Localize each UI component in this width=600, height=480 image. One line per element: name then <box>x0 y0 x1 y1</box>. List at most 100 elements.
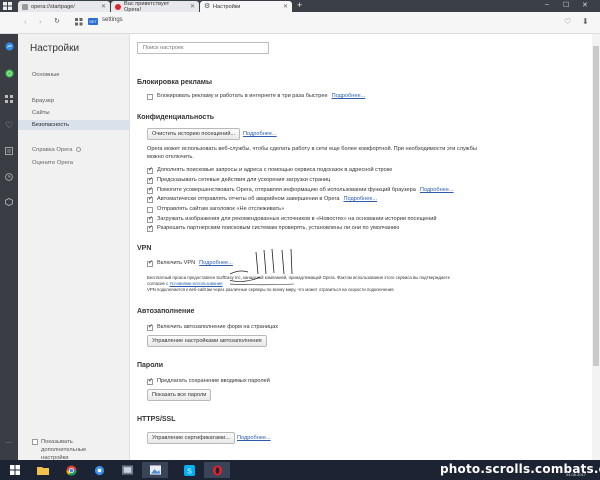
minimize-button[interactable]: – <box>545 1 549 8</box>
app-icon[interactable] <box>114 462 140 478</box>
heart-icon[interactable]: ♡ <box>564 17 571 26</box>
autofill-label: Включить автозаполнение форм на страница… <box>157 324 279 330</box>
close-tab-icon[interactable]: ✕ <box>101 3 106 10</box>
gear-icon: ⚙ <box>204 2 211 10</box>
tab-welcome[interactable]: Вас приветствует Opera! ✕ <box>111 0 199 13</box>
close-tab-icon[interactable]: ✕ <box>283 3 288 10</box>
show-advanced-checkbox[interactable]: Показывать дополнительные настройки <box>32 438 111 462</box>
news-images-checkbox[interactable] <box>147 216 153 223</box>
download-icon[interactable]: ⬇ <box>582 17 589 26</box>
partner-search-checkbox[interactable] <box>147 225 153 232</box>
do-not-track-checkbox[interactable] <box>147 207 153 213</box>
forward-icon[interactable]: › <box>39 18 42 26</box>
external-link-icon <box>76 146 82 152</box>
option-label: Разрешить партнерским поисковым системам… <box>157 225 400 231</box>
nav-item-sites[interactable]: Сайты <box>18 108 130 118</box>
nav-item-help[interactable]: Справка Opera <box>18 145 130 155</box>
checkbox[interactable] <box>32 439 38 445</box>
file-explorer-icon[interactable] <box>30 462 56 478</box>
show-passwords-button[interactable]: Показать все пароли <box>147 389 212 401</box>
section-title-https: HTTPS/SSL <box>137 416 176 423</box>
nav-item-browser[interactable]: Браузер <box>18 96 130 106</box>
windows-start-icon[interactable] <box>2 462 28 478</box>
chrome-icon[interactable] <box>58 462 84 478</box>
clear-history-button[interactable]: Очистить историю посещений... <box>147 128 241 140</box>
https-more-link[interactable]: Подробнее... <box>237 435 271 441</box>
collapse-sidebar-icon[interactable]: … <box>4 436 14 446</box>
image-viewer-icon[interactable] <box>142 462 168 478</box>
privacy-option-row[interactable]: Разрешить партнерским поисковым системам… <box>147 225 399 232</box>
vpn-more-link[interactable]: Подробнее... <box>199 260 233 267</box>
option-label: Загружать изображения для рекомендованны… <box>157 216 437 222</box>
adblock-checkbox[interactable] <box>147 94 153 100</box>
address-bar: ‹ › ↻ SET settings ♡ ⬇ <box>0 12 600 34</box>
new-tab-button[interactable]: + <box>297 1 302 10</box>
news-icon[interactable] <box>4 146 14 156</box>
search-settings-input[interactable] <box>137 42 269 54</box>
privacy-option-row[interactable]: Предсказывать сетевые действия для ускор… <box>147 177 330 184</box>
close-window-button[interactable]: ✕ <box>582 1 588 9</box>
opera-taskbar-icon[interactable] <box>204 462 230 478</box>
heart-bookmarks-icon[interactable]: ♡ <box>4 120 14 130</box>
extensions-cube-icon[interactable] <box>4 197 14 207</box>
history-clock-icon[interactable] <box>4 172 14 182</box>
crash-reports-more-link[interactable]: Подробнее... <box>343 196 377 203</box>
nav-item-basic[interactable]: Основные <box>18 70 130 80</box>
privacy-description: Opera может использовать веб-службы, что… <box>147 146 477 160</box>
svg-text:S: S <box>187 466 192 475</box>
section-title-vpn: VPN <box>137 245 152 252</box>
nav-item-rate[interactable]: Оцените Opera <box>18 158 130 168</box>
speed-dial-icon[interactable] <box>4 94 14 104</box>
scrollbar[interactable] <box>592 34 600 460</box>
scroll-thumb[interactable] <box>593 46 599 366</box>
network-app-icon[interactable] <box>86 462 112 478</box>
opera-menu-icon[interactable] <box>2 1 14 11</box>
taskbar-clock: 04.06.2017 <box>566 472 587 477</box>
save-passwords-checkbox[interactable] <box>147 378 153 385</box>
settings-content: Блокировка рекламы Блокировать рекламу и… <box>130 34 592 460</box>
save-passwords-label: Предлагать сохранение вводимых паролей <box>157 378 270 384</box>
tab-startpage[interactable]: opera://startpage/ ✕ <box>18 1 110 12</box>
skype-icon[interactable]: S <box>176 462 202 478</box>
close-tab-icon[interactable]: ✕ <box>190 3 195 10</box>
address-field[interactable]: settings <box>102 17 123 23</box>
privacy-option-row[interactable]: Отправлять сайтам заголовок «Не отслежив… <box>147 206 284 213</box>
nav-item-security[interactable]: Безопасность <box>18 120 130 130</box>
usage-stats-checkbox[interactable] <box>147 187 153 194</box>
adblock-more-link[interactable]: Подробнее... <box>332 93 366 100</box>
manage-autofill-button[interactable]: Управление настройками автозаполнения <box>147 335 267 347</box>
section-title-adblock: Блокировка рекламы <box>137 79 212 86</box>
opera-favicon-icon <box>115 3 121 10</box>
tab-settings[interactable]: ⚙ Настройки ✕ <box>200 1 292 12</box>
terms-of-use-link[interactable]: Условиями использования <box>169 281 222 286</box>
crash-reports-checkbox[interactable] <box>147 196 153 203</box>
maximize-button[interactable]: ☐ <box>563 1 569 9</box>
autofill-checkbox-row[interactable]: Включить автозаполнение форм на страница… <box>147 324 278 331</box>
usage-stats-more-link[interactable]: Подробнее... <box>420 187 454 194</box>
privacy-option-row[interactable]: Дополнять поисковые запросы и адреса с п… <box>147 167 392 174</box>
tab-title: Настройки <box>213 3 241 10</box>
whatsapp-icon[interactable] <box>4 68 14 78</box>
suggestions-checkbox[interactable] <box>147 167 153 174</box>
vpn-fine-print: Бесплатный прокси предоставлен SurfEasy … <box>147 275 457 286</box>
help-label: Справка Opera <box>32 147 73 153</box>
tab-title: Вас приветствует Opera! <box>124 0 170 13</box>
manage-certificates-button[interactable]: Управление сертификатами... <box>147 432 235 444</box>
adblock-checkbox-row[interactable]: Блокировать рекламу и работать в интерне… <box>147 93 365 100</box>
privacy-option-row[interactable]: Помогите усовершенствовать Opera, отправ… <box>147 187 454 194</box>
speed-dial-grid-icon[interactable] <box>75 18 83 26</box>
tab-title: opera://startpage/ <box>31 3 75 10</box>
passwords-checkbox-row[interactable]: Предлагать сохранение вводимых паролей <box>147 378 270 385</box>
autofill-checkbox[interactable] <box>147 324 153 331</box>
vpn-checkbox[interactable] <box>147 260 153 267</box>
predict-network-checkbox[interactable] <box>147 177 153 184</box>
show-advanced-label: Показывать дополнительные настройки <box>41 439 87 461</box>
messenger-icon[interactable] <box>4 41 14 51</box>
reload-icon[interactable]: ↻ <box>54 18 60 26</box>
vpn-checkbox-row[interactable]: Включить VPN Подробнее... <box>147 260 233 267</box>
tab-bar: opera://startpage/ ✕ Вас приветствует Op… <box>0 0 600 13</box>
back-icon[interactable]: ‹ <box>24 18 27 26</box>
privacy-option-row[interactable]: Загружать изображения для рекомендованны… <box>147 216 437 223</box>
privacy-option-row[interactable]: Автоматически отправлять отчеты об авари… <box>147 196 377 203</box>
privacy-more-link[interactable]: Подробнее... <box>243 131 277 137</box>
